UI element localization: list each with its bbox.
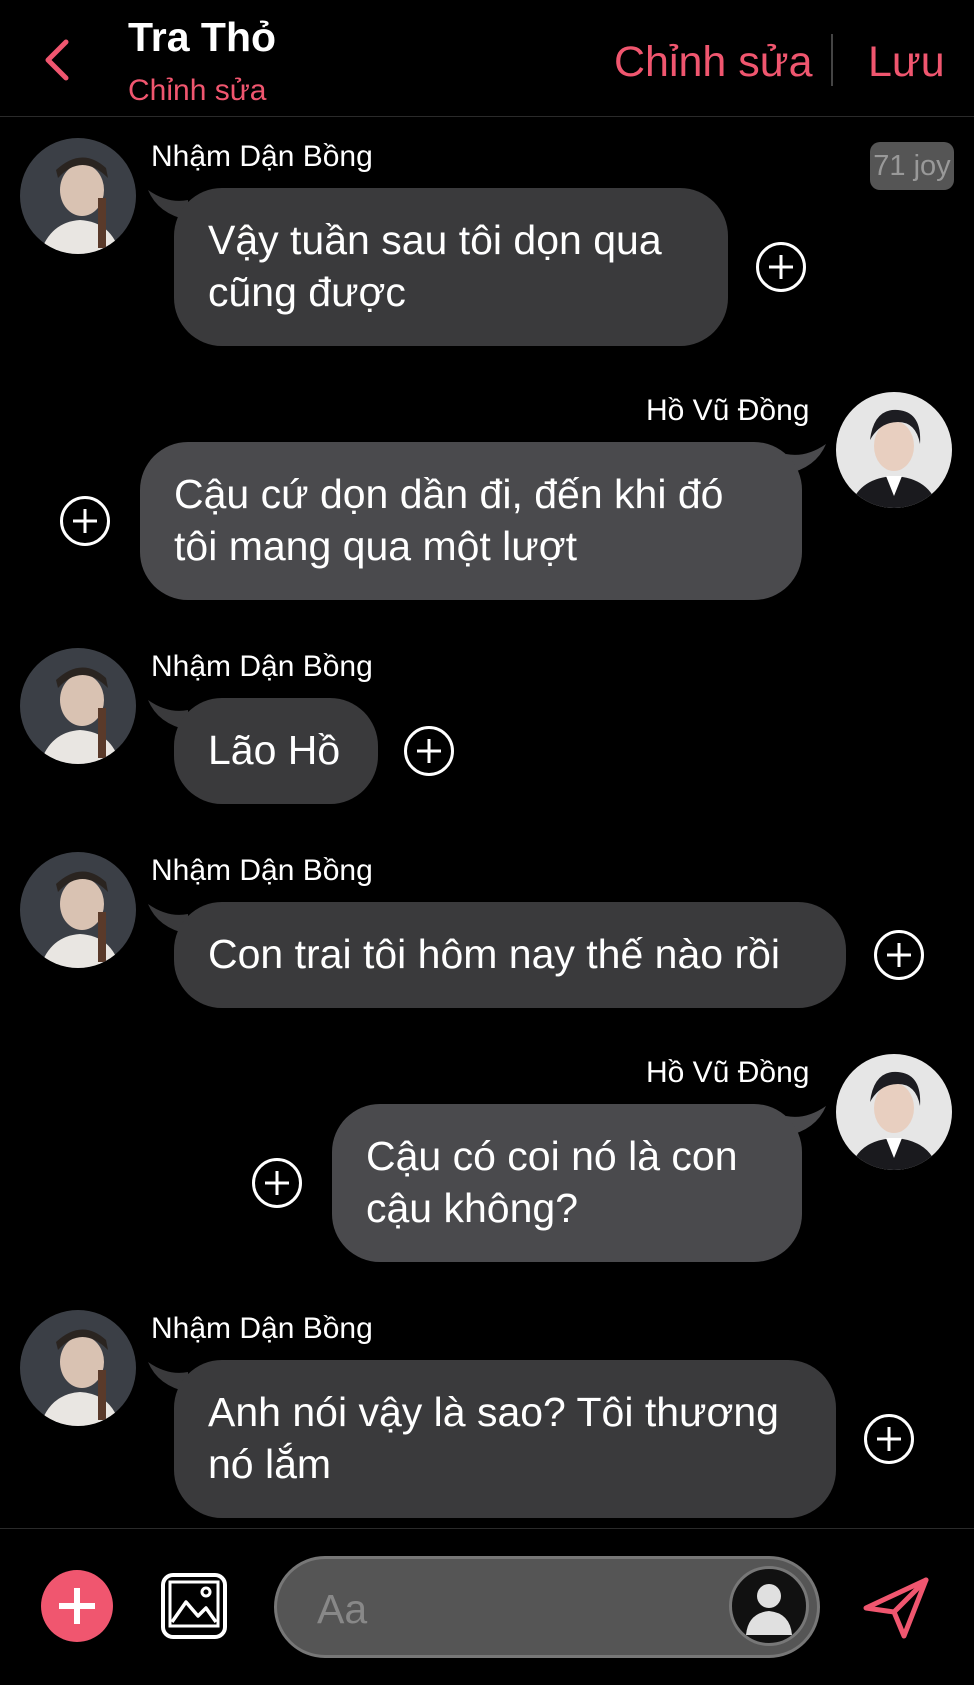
- add-reaction-button[interactable]: [252, 1158, 302, 1208]
- image-icon[interactable]: [160, 1572, 228, 1640]
- avatar-ho-vu-dong[interactable]: [836, 392, 952, 508]
- avatar-nham-dan-bong[interactable]: [20, 138, 136, 254]
- add-attachment-button[interactable]: [41, 1570, 113, 1642]
- avatar-icon: [20, 852, 136, 968]
- back-icon[interactable]: [38, 36, 78, 84]
- add-reaction-button[interactable]: [60, 496, 110, 546]
- message-bubble[interactable]: Lão Hồ: [174, 698, 378, 804]
- sender-name: Nhậm Dận Bồng: [151, 650, 373, 683]
- add-reaction-button[interactable]: [404, 726, 454, 776]
- message-bubble[interactable]: Cậu cứ dọn dần đi, đến khi đó tôi mang q…: [140, 442, 802, 600]
- avatar-icon: [20, 1310, 136, 1426]
- avatar-icon: [20, 138, 136, 254]
- chat-title: Tra Thỏ: [128, 14, 277, 60]
- avatar-icon: [836, 392, 952, 508]
- message-input[interactable]: [315, 1583, 699, 1635]
- message-bubble[interactable]: Con trai tôi hôm nay thế nào rồi: [174, 902, 846, 1008]
- avatar-icon: [836, 1054, 952, 1170]
- avatar-icon: [20, 648, 136, 764]
- avatar-nham-dan-bong[interactable]: [20, 648, 136, 764]
- chat-subtitle[interactable]: Chỉnh sửa: [128, 74, 267, 108]
- profile-avatar-button[interactable]: [729, 1566, 809, 1646]
- avatar-icon: [746, 1584, 792, 1635]
- add-reaction-button[interactable]: [864, 1414, 914, 1464]
- add-reaction-button[interactable]: [756, 242, 806, 292]
- message-bubble[interactable]: Cậu có coi nó là con cậu không?: [332, 1104, 802, 1262]
- save-button[interactable]: Lưu: [868, 38, 945, 87]
- add-reaction-button[interactable]: [874, 930, 924, 980]
- sender-name: Nhậm Dận Bồng: [151, 1312, 373, 1345]
- header-divider: [831, 34, 833, 86]
- sender-name: Hồ Vũ Đồng: [646, 394, 810, 427]
- message-input-wrapper: [274, 1556, 820, 1658]
- chat-header: Tra Thỏ Chỉnh sửa Chỉnh sửa Lưu: [0, 0, 974, 117]
- sender-name: Nhậm Dận Bồng: [151, 140, 373, 173]
- sender-name: Nhậm Dận Bồng: [151, 854, 373, 887]
- sender-name: Hồ Vũ Đồng: [646, 1056, 810, 1089]
- edit-button[interactable]: Chỉnh sửa: [614, 38, 813, 87]
- send-icon[interactable]: [860, 1572, 932, 1644]
- avatar-nham-dan-bong[interactable]: [20, 1310, 136, 1426]
- avatar-nham-dan-bong[interactable]: [20, 852, 136, 968]
- joy-badge: 71 joy: [870, 142, 954, 190]
- avatar-ho-vu-dong[interactable]: [836, 1054, 952, 1170]
- message-bubble[interactable]: Anh nói vậy là sao? Tôi thương nó lắm: [174, 1360, 836, 1518]
- message-bubble[interactable]: Vậy tuần sau tôi dọn qua cũng được: [174, 188, 728, 346]
